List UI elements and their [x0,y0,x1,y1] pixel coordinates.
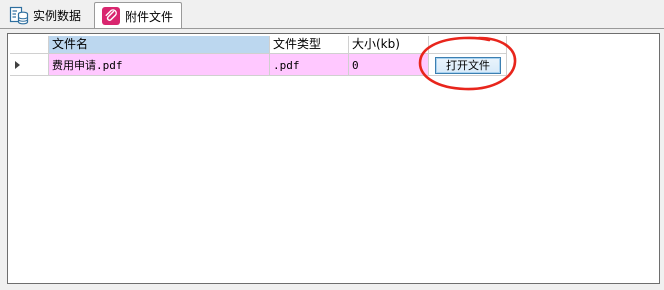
column-header-file-name[interactable]: 文件名 [49,36,270,54]
row-indicator[interactable] [10,54,49,76]
tab-strip: 实例数据 附件文件 [0,0,664,30]
cell-file-name[interactable]: 费用申请.pdf [49,54,270,76]
header-corner [10,36,49,54]
column-header-file-type[interactable]: 文件类型 [270,36,349,54]
database-icon [9,5,29,25]
annotation-circle [418,36,517,91]
cell-file-type[interactable]: .pdf [270,54,349,76]
tab-label: 实例数据 [33,8,82,23]
row-pointer-icon [15,61,20,69]
tab-instance-data[interactable]: 实例数据 [6,3,90,27]
tab-label: 附件文件 [125,9,174,24]
attachment-icon [101,6,121,26]
tab-divider [0,28,664,29]
attachment-grid-panel: 文件名 文件类型 大小(kb) 费用申请.pdf .pdf 0 打开文件 [7,33,660,284]
tab-attachments[interactable]: 附件文件 [94,2,182,29]
